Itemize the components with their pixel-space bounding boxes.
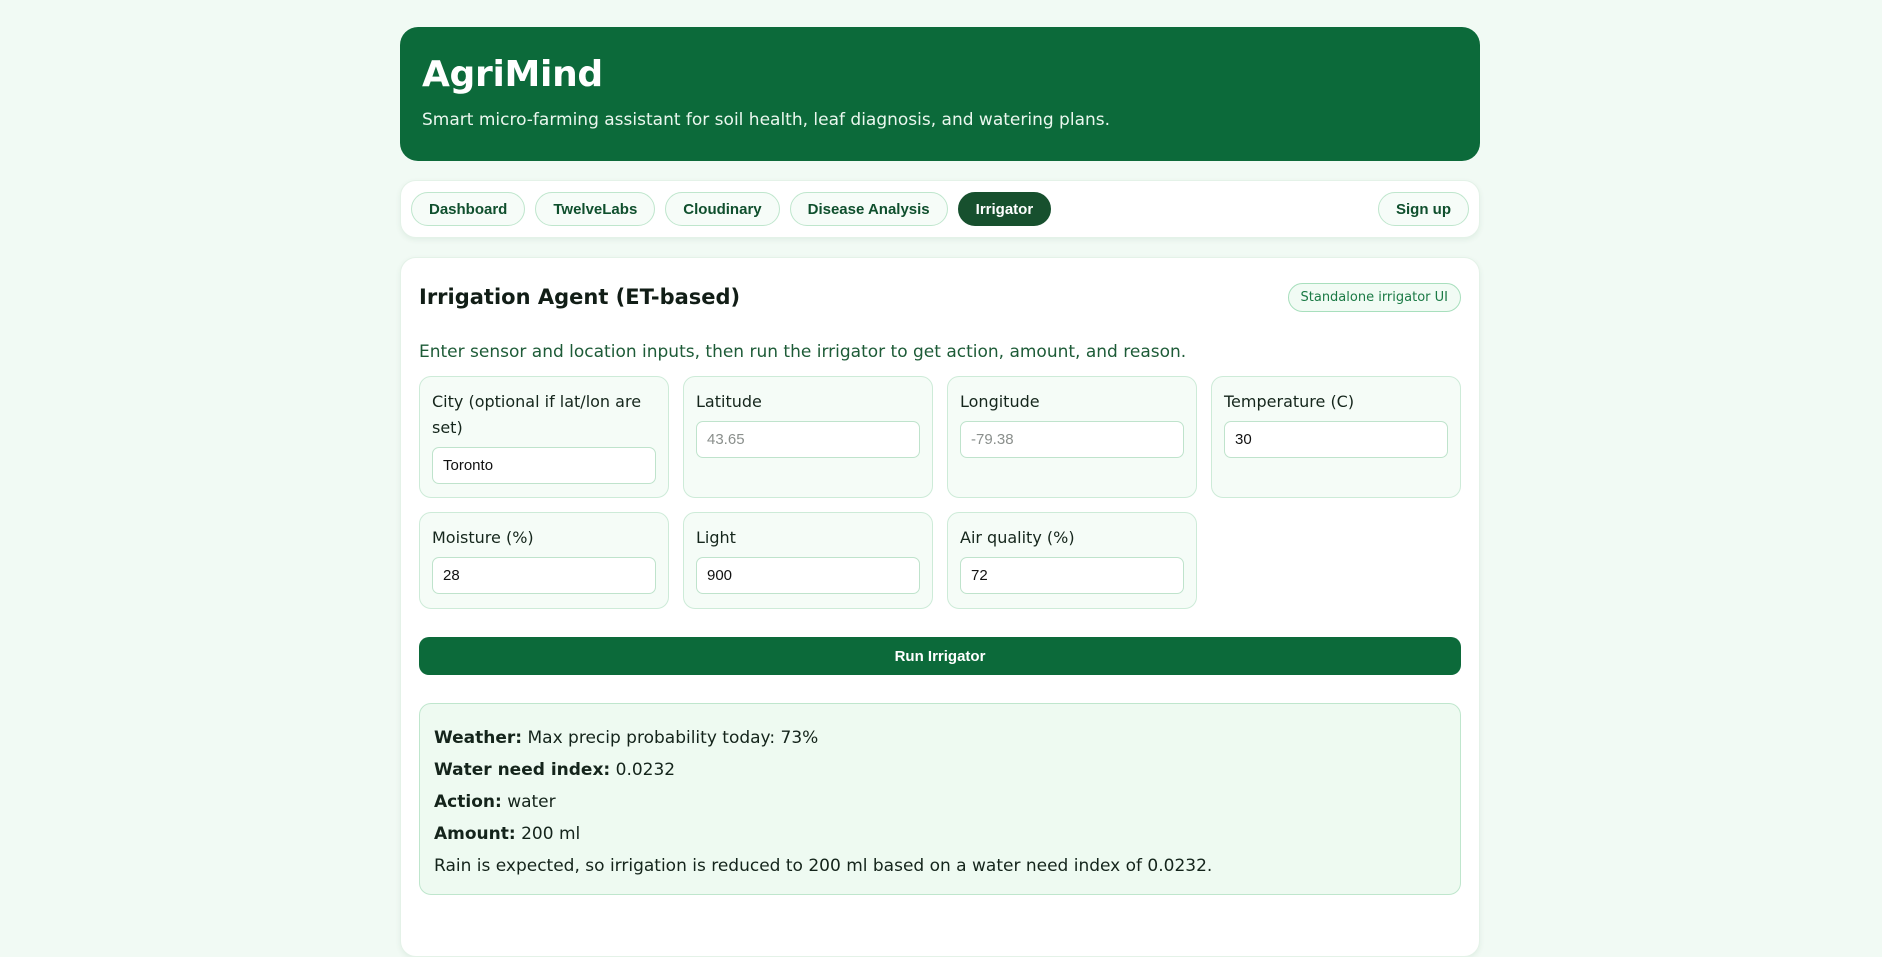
app-container: AgriMind Smart micro-farming assistant f… xyxy=(400,27,1480,957)
weather-row: Weather: Max precip probability today: 7… xyxy=(434,722,1446,754)
light-input[interactable] xyxy=(696,557,920,594)
action-label: Action: xyxy=(434,792,502,812)
action-row: Action: water xyxy=(434,786,1446,818)
city-label: City (optional if lat/lon are set) xyxy=(432,392,642,437)
nav-disease-analysis-button[interactable]: Disease Analysis xyxy=(789,192,948,226)
water-need-value: 0.0232 xyxy=(615,760,676,780)
temperature-field-group: Temperature (C) xyxy=(1211,376,1461,498)
latitude-field-group: Latitude xyxy=(683,376,933,498)
air-quality-field-group: Air quality (%) xyxy=(947,512,1197,609)
action-value: water xyxy=(507,792,556,812)
nav-cloudinary-button[interactable]: Cloudinary xyxy=(665,192,780,226)
nav-twelvelabs-button[interactable]: TwelveLabs xyxy=(535,192,656,226)
card-header: Irrigation Agent (ET-based) Standalone i… xyxy=(419,258,1461,316)
light-field-group: Light xyxy=(683,512,933,609)
latitude-input[interactable] xyxy=(696,421,920,458)
air-quality-input[interactable] xyxy=(960,557,1184,594)
irrigation-result: Weather: Max precip probability today: 7… xyxy=(419,703,1461,895)
card-title: Irrigation Agent (ET-based) xyxy=(419,285,741,309)
water-need-label: Water need index: xyxy=(434,760,611,780)
amount-value: 200 ml xyxy=(521,824,581,844)
latitude-label: Latitude xyxy=(696,392,762,411)
weather-value: Max precip probability today: 73% xyxy=(527,728,819,748)
moisture-label: Moisture (%) xyxy=(432,528,534,547)
reason-text: Rain is expected, so irrigation is reduc… xyxy=(434,856,1213,876)
longitude-field-group: Longitude xyxy=(947,376,1197,498)
water-need-row: Water need index: 0.0232 xyxy=(434,754,1446,786)
nav-dashboard-button[interactable]: Dashboard xyxy=(411,192,526,226)
longitude-input[interactable] xyxy=(960,421,1184,458)
run-irrigator-button[interactable]: Run Irrigator xyxy=(419,637,1461,675)
nav-irrigator-button[interactable]: Irrigator xyxy=(957,192,1052,226)
temperature-label: Temperature (C) xyxy=(1224,392,1355,411)
main-nav: Dashboard TwelveLabs Cloudinary Disease … xyxy=(400,180,1480,238)
app-subtitle: Smart micro-farming assistant for soil h… xyxy=(422,110,1111,131)
longitude-label: Longitude xyxy=(960,392,1040,411)
moisture-field-group: Moisture (%) xyxy=(419,512,669,609)
card-description: Enter sensor and location inputs, then r… xyxy=(419,342,1187,362)
amount-row: Amount: 200 ml xyxy=(434,818,1446,850)
app-header: AgriMind Smart micro-farming assistant f… xyxy=(400,27,1480,161)
irrigation-card: Irrigation Agent (ET-based) Standalone i… xyxy=(400,257,1480,957)
amount-label: Amount: xyxy=(434,824,516,844)
light-label: Light xyxy=(696,528,736,547)
city-input[interactable] xyxy=(432,447,656,484)
app-title: AgriMind xyxy=(422,54,603,95)
standalone-badge: Standalone irrigator UI xyxy=(1287,282,1461,312)
temperature-input[interactable] xyxy=(1224,421,1448,458)
sign-up-button[interactable]: Sign up xyxy=(1378,192,1469,226)
inputs-grid: City (optional if lat/lon are set) Latit… xyxy=(419,376,1461,609)
moisture-input[interactable] xyxy=(432,557,656,594)
weather-label: Weather: xyxy=(434,728,523,748)
city-field-group: City (optional if lat/lon are set) xyxy=(419,376,669,498)
air-quality-label: Air quality (%) xyxy=(960,528,1075,547)
